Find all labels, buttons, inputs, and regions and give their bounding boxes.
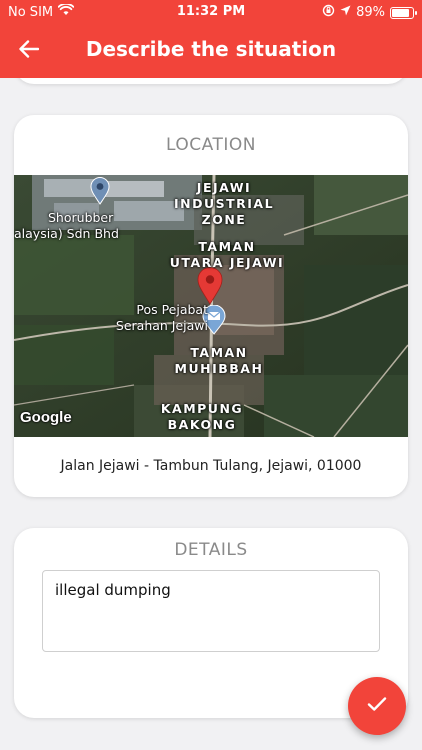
details-text-field[interactable]: illegal dumping <box>42 570 380 652</box>
battery-percent: 89% <box>356 5 385 20</box>
map-label-shorubber: Shorubber alaysia) Sdn Bhd <box>14 210 119 241</box>
submit-button[interactable] <box>348 677 406 735</box>
details-title: DETAILS <box>174 540 248 560</box>
location-address: Jalan Jejawi - Tambun Tulang, Jejawi, 01… <box>60 458 362 474</box>
map-label-taman-utara: TAMAN UTARA JEJAWI <box>169 239 285 270</box>
app-bar: Describe the situation <box>0 24 422 78</box>
screen: No SIM 11:32 PM 89% Describe the situati… <box>0 0 422 750</box>
location-map[interactable]: JEJAWI INDUSTRIAL ZONE TAMAN UTARA JEJAW… <box>14 175 408 437</box>
battery-icon <box>390 6 417 19</box>
place-marker-icon <box>90 177 110 209</box>
map-label-kampung-bakong: KAMPUNG BAKONG <box>160 401 244 432</box>
scroll-content[interactable]: LOCATION JEJAWI INDUSTRIAL ZONE TAMAN UT… <box>0 78 422 750</box>
map-label-taman-muhibbah: TAMAN MUHIBBAH <box>174 345 264 376</box>
map-label-post-office: Pos Pejabat Serahan Jejawi <box>115 302 208 333</box>
map-label-industrial-zone: JEJAWI INDUSTRIAL ZONE <box>173 180 275 227</box>
page-title: Describe the situation <box>85 37 337 61</box>
map-attribution-logo: Google <box>20 409 72 426</box>
location-arrow-icon <box>340 5 351 20</box>
location-card: LOCATION JEJAWI INDUSTRIAL ZONE TAMAN UT… <box>14 115 408 497</box>
status-bar: No SIM 11:32 PM 89% <box>0 0 422 24</box>
checkmark-icon <box>367 696 387 716</box>
previous-card <box>14 78 408 84</box>
location-title: LOCATION <box>166 135 256 155</box>
orientation-lock-icon <box>322 4 335 21</box>
battery-fill <box>392 8 409 17</box>
top-bar: No SIM 11:32 PM 89% Describe the situati… <box>0 0 422 78</box>
details-card: DETAILS illegal dumping <box>14 528 408 718</box>
